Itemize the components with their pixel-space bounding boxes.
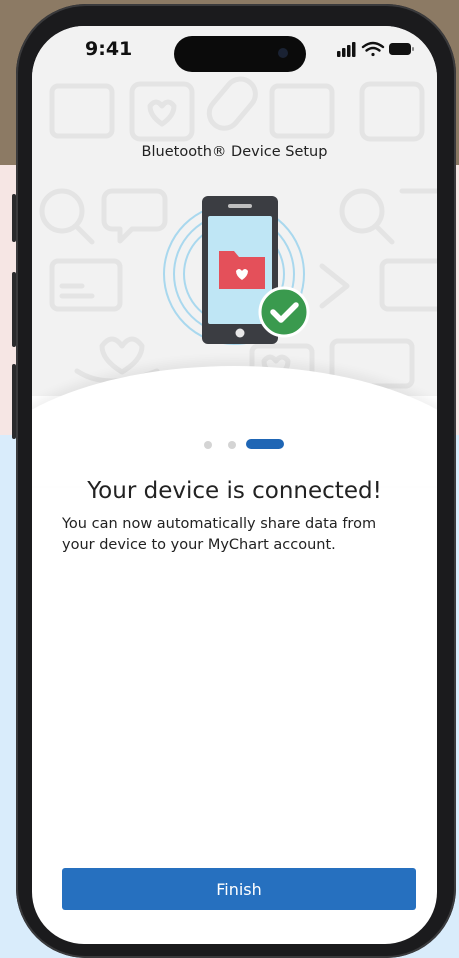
wifi-icon [361, 41, 385, 57]
page-dot-3-active [246, 439, 284, 449]
battery-icon [389, 43, 414, 55]
connected-description: You can now automatically share data fro… [62, 516, 377, 553]
app-screen: 9:41 Bluetooth® Device Setup Your device… [32, 26, 437, 944]
status-time: 9:41 [85, 38, 133, 60]
phone-connected-illustration [163, 196, 310, 345]
cellular-signal-icon [337, 42, 356, 57]
page-dot-1 [204, 441, 212, 449]
setup-title: Bluetooth® Device Setup [141, 144, 328, 160]
mute-switch [12, 194, 16, 242]
page-dot-2 [228, 441, 236, 449]
volume-down-button [12, 364, 16, 439]
front-camera [278, 48, 288, 58]
checkmark-icon [258, 286, 310, 338]
status-icons [337, 41, 414, 57]
connected-heading: Your device is connected! [87, 478, 382, 504]
volume-up-button [12, 272, 16, 347]
page-indicator [196, 438, 296, 452]
finish-button[interactable]: Finish [62, 868, 416, 910]
phone-frame: 9:41 Bluetooth® Device Setup Your device… [12, 4, 456, 958]
dynamic-island [174, 36, 306, 72]
